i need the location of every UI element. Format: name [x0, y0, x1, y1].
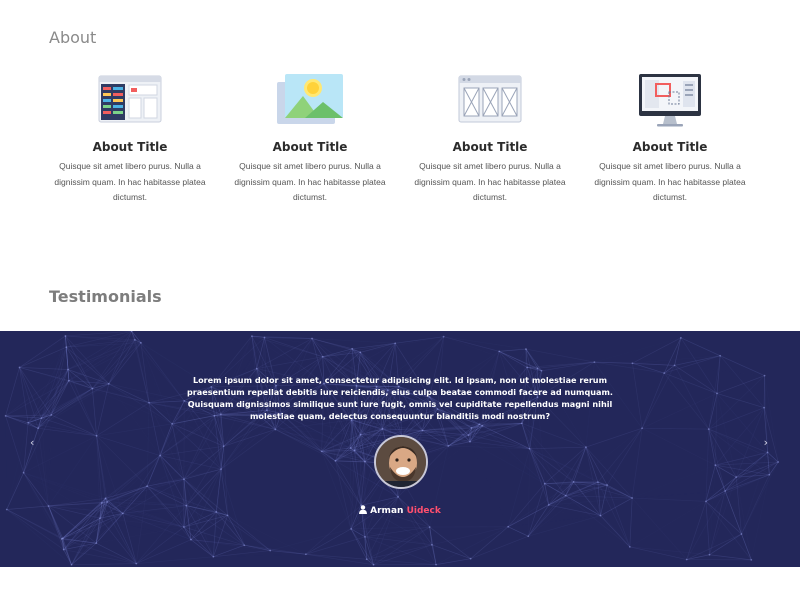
dashboard-icon [98, 75, 162, 123]
about-card-title: About Title [92, 140, 168, 154]
testimonial-author: Arman Uideck [0, 505, 800, 516]
about-card-text: Quisque sit amet libero purus. Nulla a d… [594, 161, 746, 202]
about-card-text: Quisque sit amet libero purus. Nulla a d… [414, 161, 566, 202]
about-features: About Title Quisque sit amet libero puru… [40, 72, 760, 212]
testimonial-quote: Lorem ipsum dolor sit amet, consectetur … [187, 375, 613, 421]
about-card-text: Quisque sit amet libero purus. Nulla a d… [234, 161, 386, 202]
about-card-title: About Title [632, 140, 708, 154]
carousel-next-button[interactable]: › [764, 436, 768, 449]
image-icon [277, 74, 343, 124]
about-card: About Title Quisque sit amet libero puru… [220, 72, 400, 212]
testimonial-carousel: ‹ › Lorem ipsum dolor sit amet, consecte… [0, 331, 800, 567]
avatar [374, 435, 428, 489]
carousel-prev-button[interactable]: ‹ [30, 436, 34, 449]
author-last-name: Uideck [406, 506, 441, 516]
about-card-text: Quisque sit amet libero purus. Nulla a d… [54, 161, 206, 202]
about-card-title: About Title [272, 140, 348, 154]
about-card-title: About Title [452, 140, 528, 154]
about-card: About Title Quisque sit amet libero puru… [400, 72, 580, 212]
testimonials-heading: Testimonials [49, 287, 162, 306]
monitor-icon [639, 74, 701, 127]
about-card: About Title Quisque sit amet libero puru… [40, 72, 220, 212]
about-card: About Title Quisque sit amet libero puru… [580, 72, 760, 212]
user-icon [359, 505, 368, 514]
author-first-name: Arman [370, 506, 404, 516]
wireframe-icon [458, 75, 522, 123]
about-heading: About [49, 28, 97, 47]
